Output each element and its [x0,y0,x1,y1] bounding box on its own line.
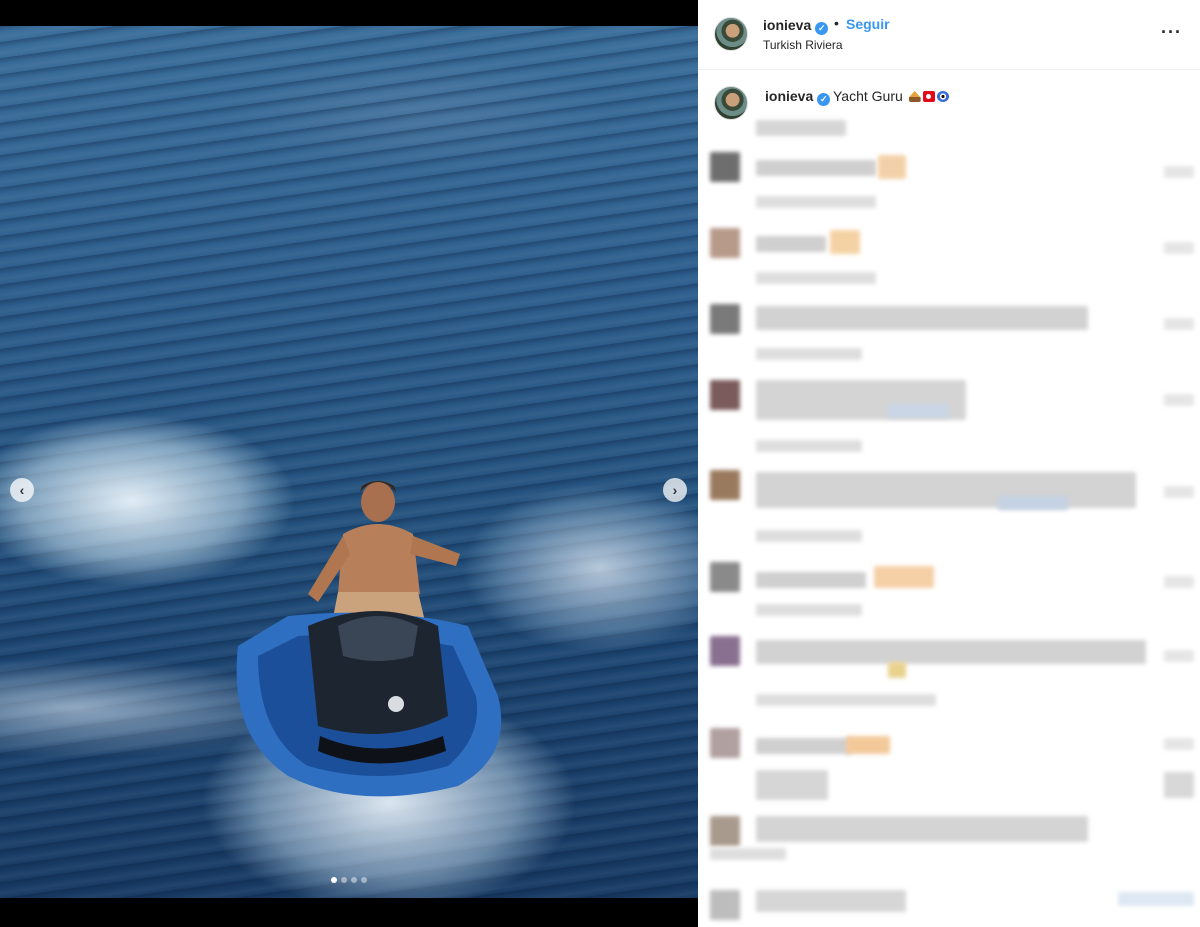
caption-username-text[interactable]: ionieva [765,88,813,104]
comment-text-redacted [756,160,876,176]
like-icon-redacted [1164,486,1194,498]
like-icon-redacted [1164,738,1194,750]
comment-emoji-redacted [878,155,906,179]
carousel-dot [341,877,347,883]
nazar-icon [936,91,949,102]
post-photo[interactable]: ‹ › [0,26,698,898]
comment-text-redacted [756,640,1146,664]
carousel-dot [351,877,357,883]
comment-avatar-redacted [710,152,740,182]
comment-meta-redacted [756,272,876,284]
caption-text: Yacht Guru [833,88,949,104]
comment-avatar-redacted [710,728,740,758]
turkey-flag-icon [922,91,935,102]
verified-icon: ✓ [817,93,831,106]
author-avatar[interactable] [714,17,748,51]
comment-emoji-redacted [874,566,934,588]
comment-meta-redacted [710,848,786,860]
comment-avatar-redacted [710,228,740,258]
comment-meta-redacted [756,604,862,616]
comment-emoji-redacted [1118,892,1194,906]
comment-text-redacted [756,770,828,800]
comment-meta-redacted [756,694,936,706]
like-icon-redacted [1164,394,1194,406]
comment-avatar-redacted [710,470,740,500]
author-username-text[interactable]: ionieva [763,17,811,33]
comment-avatar-redacted [710,890,740,920]
comment-avatar-redacted [710,380,740,410]
post-header: ionieva ✓ • Seguir Turkish Riviera ··· [698,0,1200,70]
jetski [236,611,502,797]
caption-avatar[interactable] [714,86,748,120]
separator-dot: • [834,15,839,31]
carousel-prev-button[interactable]: ‹ [10,478,34,502]
carousel-dot [331,877,337,883]
like-icon-redacted [1164,166,1194,178]
more-options-icon[interactable]: ··· [1161,22,1182,43]
like-icon-redacted [1164,650,1194,662]
caption-meta-redacted [756,120,846,136]
comment-emoji-redacted [888,662,906,678]
comment-text-redacted [756,890,906,912]
caption-body: Yacht Guru [833,88,903,104]
comment-avatar-redacted [710,562,740,592]
comment-emoji-redacted [830,230,860,254]
comment-meta-redacted [756,440,862,452]
post-sidebar: ionieva ✓ • Seguir Turkish Riviera ··· io… [698,0,1200,927]
comment-avatar-redacted [710,304,740,334]
post-location[interactable]: Turkish Riviera [763,38,843,52]
like-icon-redacted [1164,242,1194,254]
like-icon-redacted [1164,318,1194,330]
like-icon-redacted [1164,772,1194,798]
comment-text-redacted [756,306,1088,330]
follow-button[interactable]: Seguir [846,16,890,32]
comment-text-redacted [756,738,852,754]
author-username[interactable]: ionieva ✓ [763,17,829,35]
comment-emoji-redacted [846,736,890,754]
comment-emoji-redacted [998,496,1068,510]
comment-meta-redacted [756,530,862,542]
comment-text-redacted [756,472,1136,508]
verified-icon: ✓ [815,22,829,35]
post-media: ‹ › [0,0,698,927]
sailboat-icon [908,91,921,102]
carousel-indicator [0,877,698,883]
carousel-next-button[interactable]: › [663,478,687,502]
comment-text-redacted [756,236,826,252]
carousel-dot [361,877,367,883]
comment-text-redacted [756,816,1088,842]
comment-avatar-redacted [710,636,740,666]
comment-avatar-redacted [710,816,740,846]
like-icon-redacted [1164,576,1194,588]
caption-username[interactable]: ionieva ✓ [765,88,831,106]
comment-meta-redacted [756,196,876,208]
comment-text-redacted [756,572,866,588]
comment-emoji-redacted [888,404,948,418]
comment-meta-redacted [756,348,862,360]
